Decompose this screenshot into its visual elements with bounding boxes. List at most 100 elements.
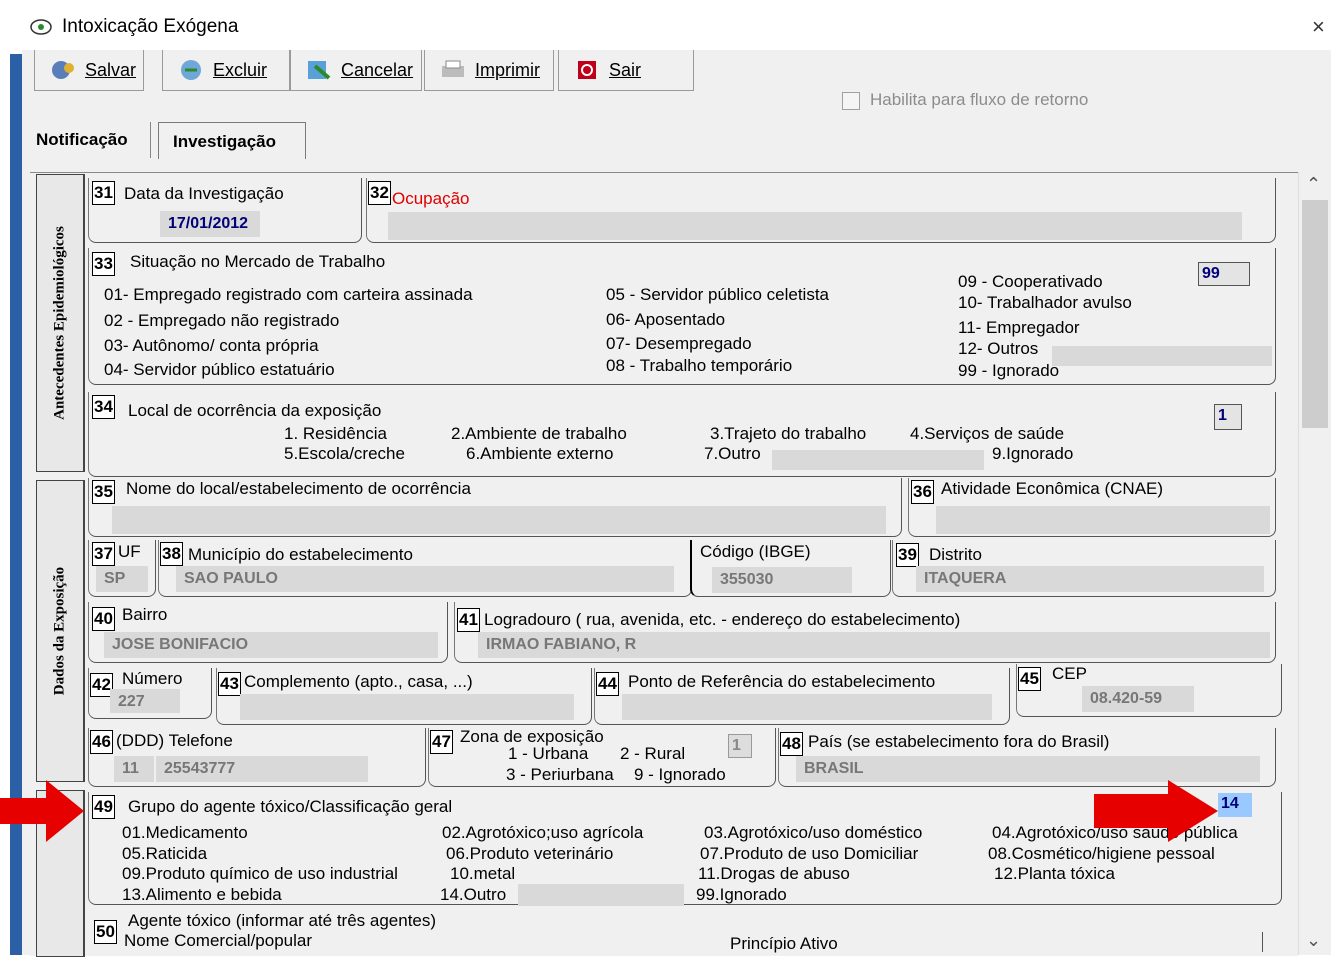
return-flow-checkbox[interactable]	[842, 92, 860, 110]
complement-input[interactable]	[240, 694, 574, 720]
field-31-number: 31	[92, 181, 115, 205]
field-33-label: Situação no Mercado de Trabalho	[130, 252, 386, 271]
exit-button[interactable]: Sair	[558, 50, 694, 91]
f34-option: 2.Ambiente de trabalho	[451, 424, 627, 443]
f47-option: 9 - Ignorado	[634, 765, 726, 784]
field-50-label: Agente tóxico (informar até três agentes…	[128, 911, 437, 930]
f47-option: 2 - Rural	[620, 744, 686, 763]
ddd-input[interactable]: 11	[114, 756, 154, 782]
f47-option: 3 - Periurbana	[506, 765, 614, 784]
field-49-number: 49	[92, 795, 115, 819]
field-47-number: 47	[430, 730, 453, 754]
f49-option: 08.Cosmético/higiene pessoal	[988, 844, 1215, 863]
toxic-group-input[interactable]: 14	[1218, 793, 1252, 817]
arrow-right-icon	[1094, 780, 1218, 842]
work-situation-input[interactable]: 99	[1198, 262, 1250, 286]
field-35-label: Nome do local/estabelecimento de ocorrên…	[126, 479, 471, 498]
field-32-number: 32	[368, 181, 391, 205]
street-input[interactable]: IRMAO FABIANO, R	[478, 632, 1270, 658]
tab-investigacao[interactable]: Investigação	[158, 122, 306, 159]
f33-option: 08 - Trabalho temporário	[606, 356, 793, 375]
ibge-label: Código (IBGE)	[700, 542, 811, 561]
print-icon	[442, 60, 464, 77]
field-45-label: CEP	[1052, 664, 1087, 683]
field-38-number: 38	[160, 542, 183, 566]
ibge-code-input[interactable]: 355030	[712, 567, 852, 593]
scroll-up-icon[interactable]: ⌃	[1306, 174, 1321, 195]
municipality-input[interactable]: SAO PAULO	[176, 566, 674, 592]
field-43-label: Complemento (apto., casa, ...)	[244, 672, 473, 691]
section-antecedentes-label: Antecedentes Epidemiológicos	[51, 226, 68, 420]
reference-point-input[interactable]	[622, 694, 992, 720]
f34-option: 7.Outro	[704, 444, 761, 463]
district-input[interactable]: ITAQUERA	[916, 566, 1264, 592]
f49-option: 10.metal	[450, 864, 516, 883]
field-41-label: Logradouro ( rua, avenida, etc. - endere…	[484, 610, 961, 629]
f34-other-input[interactable]	[772, 450, 984, 470]
field-35-number: 35	[92, 480, 115, 504]
scroll-down-icon[interactable]: ⌄	[1306, 930, 1321, 951]
scrollbar-thumb[interactable]	[1302, 200, 1328, 428]
save-icon	[52, 61, 74, 79]
f33-option: 06- Aposentado	[606, 310, 726, 329]
field-32-label: Ocupação	[392, 189, 470, 208]
field-49-label: Grupo do agente tóxico/Classificação ger…	[128, 797, 453, 816]
occupation-input[interactable]	[388, 212, 1242, 240]
investigation-date-input[interactable]: 17/01/2012	[160, 211, 260, 237]
phone-input[interactable]: 25543777	[156, 756, 368, 782]
f49-option: 12.Planta tóxica	[994, 864, 1115, 883]
f33-option: 07- Desempregado	[606, 334, 752, 353]
toolbar: Salvar Excluir Cancelar Imprimir Sair	[22, 50, 1331, 94]
f33-option: 09 - Cooperativado	[958, 272, 1103, 291]
field-36-number: 36	[911, 480, 934, 504]
f49-option: 14.Outro	[440, 885, 507, 904]
field-37-label: UF	[118, 542, 141, 561]
exposure-zone-input[interactable]: 1	[728, 734, 752, 758]
cancel-button[interactable]: Cancelar	[290, 50, 422, 91]
f49-option: 99.Ignorado	[696, 885, 787, 904]
uf-input[interactable]: SP	[96, 566, 148, 592]
field-40-label: Bairro	[122, 605, 168, 624]
field-41-number: 41	[457, 608, 480, 632]
f33-other-input[interactable]	[1052, 346, 1272, 366]
f49-option: 09.Produto químico de uso industrial	[122, 864, 398, 883]
tab-investigacao-label: Investigação	[173, 132, 276, 151]
exposure-location-input[interactable]: 1	[1214, 404, 1242, 430]
print-button[interactable]: Imprimir	[424, 50, 554, 91]
f49-other-input[interactable]	[518, 884, 684, 906]
f34-option: 3.Trajeto do trabalho	[710, 424, 867, 443]
field-33-number: 33	[92, 252, 115, 276]
field-44-label: Ponto de Referência do estabelecimento	[628, 672, 936, 691]
field-43-number: 43	[218, 672, 241, 696]
f49-option: 01.Medicamento	[122, 823, 248, 842]
delete-label: Excluir	[213, 59, 268, 80]
close-icon[interactable]: ×	[1312, 14, 1325, 40]
f49-option: 05.Raticida	[122, 844, 208, 863]
f34-option: 6.Ambiente externo	[466, 444, 614, 463]
establishment-name-input[interactable]	[112, 506, 886, 534]
country-input[interactable]: BRASIL	[796, 756, 1260, 782]
delete-icon	[181, 60, 201, 80]
f49-option: 11.Drogas de abuso	[698, 864, 850, 883]
tab-notificacao[interactable]: Notificação	[36, 130, 128, 150]
f33-option: 03- Autônomo/ conta própria	[104, 336, 319, 355]
save-button[interactable]: Salvar	[34, 50, 144, 91]
f49-option: 07.Produto de uso Domiciliar	[700, 844, 919, 863]
delete-button[interactable]: Excluir	[162, 50, 290, 91]
field-38-label: Município do estabelecimento	[188, 545, 413, 564]
field-50-col-active-ingredient: Princípio Ativo	[730, 934, 838, 953]
arrow-right-icon	[0, 780, 84, 842]
f49-option: 06.Produto veterinário	[446, 844, 614, 863]
f34-option: 1. Residência	[284, 424, 388, 443]
field-48-number: 48	[780, 732, 803, 756]
f47-option: 1 - Urbana	[508, 744, 589, 763]
exit-icon	[578, 61, 596, 79]
neighborhood-input[interactable]: JOSE BONIFACIO	[104, 632, 438, 658]
cep-input[interactable]: 08.420-59	[1082, 686, 1194, 712]
number-input[interactable]: 227	[110, 689, 180, 713]
field-44-number: 44	[596, 672, 619, 696]
field-31-label: Data da Investigação	[124, 184, 284, 203]
f33-option: 01- Empregado registrado com carteira as…	[104, 285, 473, 304]
field-46-label: (DDD) Telefone	[116, 731, 233, 750]
cnae-input[interactable]	[936, 506, 1270, 534]
